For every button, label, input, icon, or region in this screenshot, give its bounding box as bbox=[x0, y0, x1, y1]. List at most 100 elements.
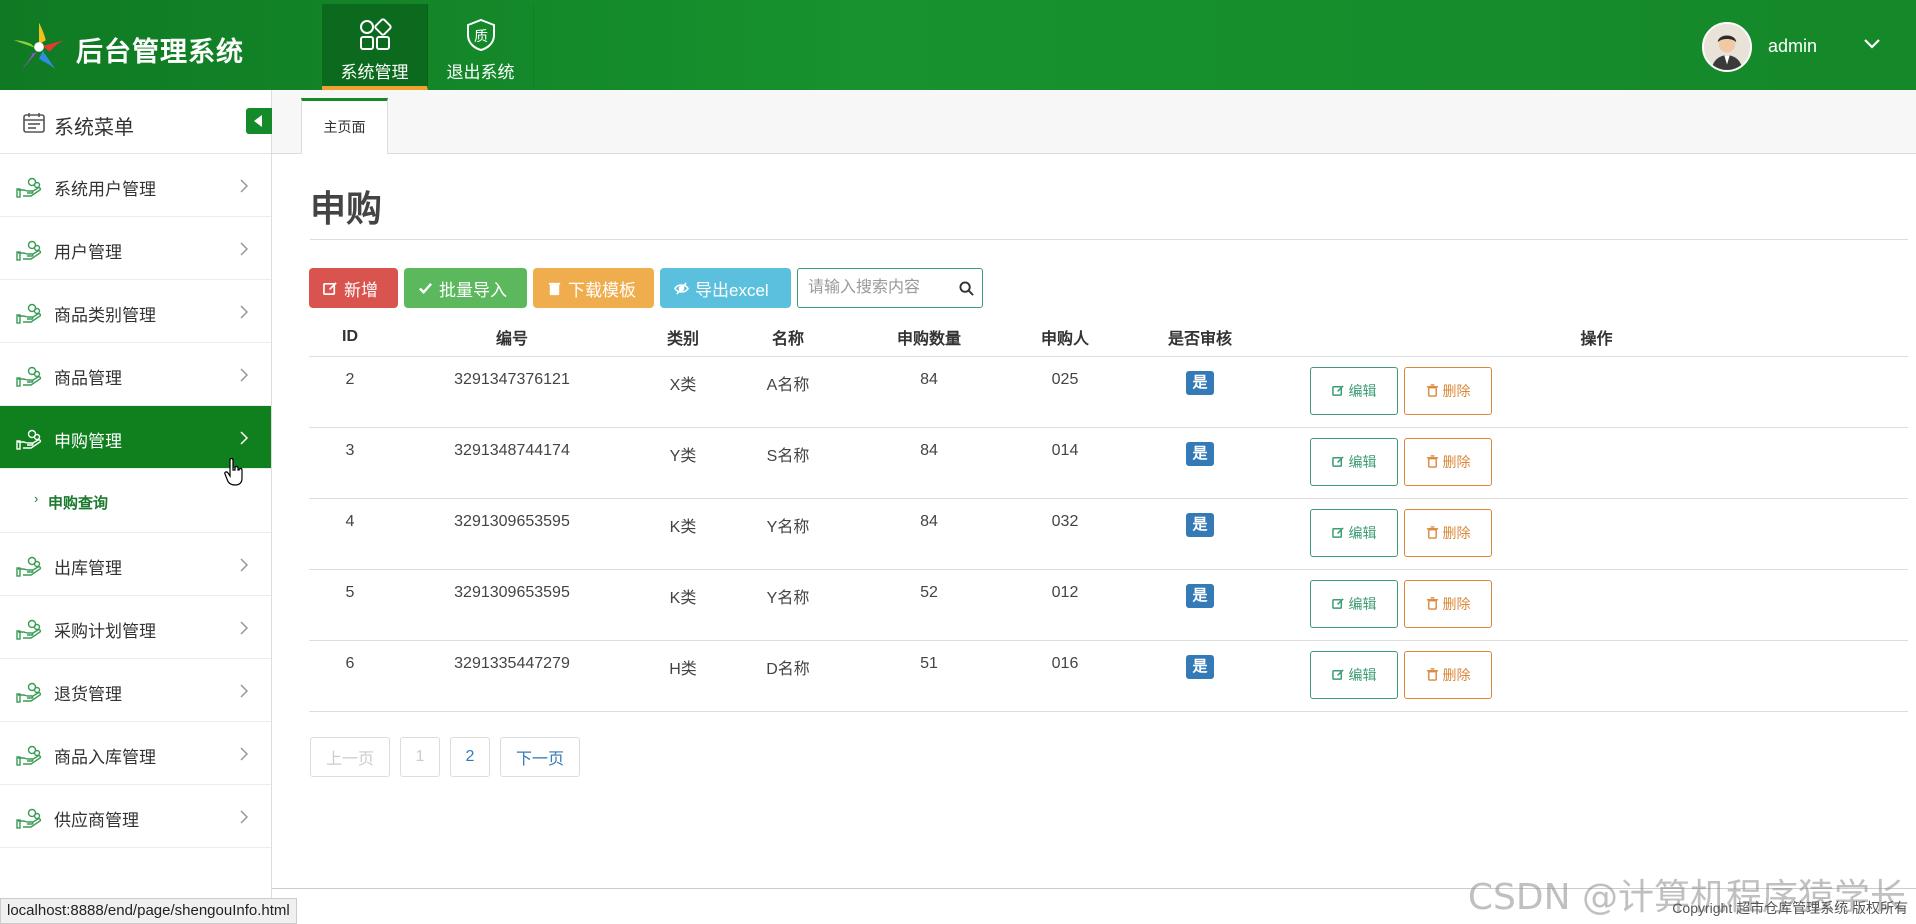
chevron-right-icon bbox=[240, 179, 249, 193]
sidebar-item-label: 供应商管理 bbox=[54, 811, 139, 830]
username[interactable]: admin bbox=[1768, 36, 1817, 57]
trash-icon bbox=[1426, 668, 1438, 681]
sidebar-item-label: 采购计划管理 bbox=[54, 622, 156, 641]
sidebar-item-label: 出库管理 bbox=[54, 559, 122, 578]
sidebar-item[interactable]: 供应商管理 bbox=[0, 785, 271, 848]
top-nav: 系统管理 质 退出系统 bbox=[322, 4, 534, 90]
sidebar-item[interactable]: 采购计划管理 bbox=[0, 596, 271, 659]
sidebar-collapse-button[interactable] bbox=[246, 108, 272, 134]
delete-button[interactable]: 删除 bbox=[1404, 579, 1492, 628]
sidebar-item[interactable]: 商品入库管理 bbox=[0, 722, 271, 785]
delete-button[interactable]: 删除 bbox=[1404, 650, 1492, 699]
cell-actions: 编辑 删除 bbox=[1285, 427, 1908, 499]
add-button[interactable]: 新增 bbox=[309, 268, 398, 308]
hand-coin-icon bbox=[16, 808, 42, 829]
sidebar-item-label: 商品管理 bbox=[54, 369, 122, 388]
col-header: 类别 bbox=[633, 318, 733, 357]
sidebar-item[interactable]: 用户管理 bbox=[0, 217, 271, 280]
page-1-button[interactable]: 1 bbox=[400, 737, 440, 777]
cell-code: 3291348744174 bbox=[391, 427, 633, 499]
cell-id: 2 bbox=[309, 356, 391, 428]
audit-badge: 是 bbox=[1186, 654, 1214, 679]
sidebar-subitem-label: 申购查询 bbox=[48, 495, 109, 512]
export-excel-button[interactable]: 导出excel bbox=[660, 268, 791, 308]
delete-label: 删除 bbox=[1442, 524, 1471, 541]
cell-id: 4 bbox=[309, 498, 391, 570]
col-header: 申购数量 bbox=[843, 318, 1015, 357]
cell-audited: 是 bbox=[1115, 427, 1285, 499]
chevron-right-icon bbox=[240, 558, 249, 572]
status-url: localhost:8888/end/page/shengouInfo.html bbox=[0, 898, 297, 924]
search-icon[interactable] bbox=[959, 281, 974, 296]
sidebar-title: 系统菜单 bbox=[54, 117, 134, 139]
purchase-table: ID 编号 类别 名称 申购数量 申购人 是否审核 操作 2 3291347376… bbox=[309, 318, 1908, 712]
svg-text:质: 质 bbox=[474, 29, 488, 45]
grid-icon bbox=[359, 18, 392, 50]
sidebar-item[interactable]: 出库管理 bbox=[0, 533, 271, 596]
prev-page-button[interactable]: 上一页 bbox=[310, 737, 390, 777]
audit-badge: 是 bbox=[1186, 512, 1214, 537]
edit-button[interactable]: 编辑 bbox=[1310, 437, 1398, 486]
edit-button[interactable]: 编辑 bbox=[1310, 508, 1398, 557]
trash-icon bbox=[1426, 526, 1438, 539]
col-header: 是否审核 bbox=[1115, 318, 1285, 357]
download-template-label: 下载模板 bbox=[568, 280, 636, 300]
sidebar-item[interactable]: 退货管理 bbox=[0, 659, 271, 722]
user-avatar-icon bbox=[1704, 24, 1750, 70]
cell-category: X类 bbox=[633, 356, 733, 428]
delete-button[interactable]: 删除 bbox=[1404, 508, 1492, 557]
edit-button[interactable]: 编辑 bbox=[1310, 366, 1398, 415]
cell-actions: 编辑 删除 bbox=[1285, 498, 1908, 570]
hand-coin-icon bbox=[16, 745, 42, 766]
sidebar-item-label: 用户管理 bbox=[54, 243, 122, 262]
sidebar-item[interactable]: 系统用户管理 bbox=[0, 154, 271, 217]
cell-qty: 84 bbox=[843, 498, 1015, 570]
cell-buyer: 014 bbox=[1015, 427, 1115, 499]
delete-button[interactable]: 删除 bbox=[1404, 366, 1492, 415]
cell-audited: 是 bbox=[1115, 498, 1285, 570]
edit-label: 编辑 bbox=[1348, 453, 1377, 470]
trash-icon bbox=[1426, 597, 1438, 610]
sidebar-item-label: 退货管理 bbox=[54, 685, 122, 704]
delete-button[interactable]: 删除 bbox=[1404, 437, 1492, 486]
topnav-label: 系统管理 bbox=[340, 63, 409, 82]
chevron-right-icon bbox=[240, 431, 249, 445]
cell-audited: 是 bbox=[1115, 356, 1285, 428]
search-input[interactable] bbox=[806, 270, 956, 306]
hand-coin-icon bbox=[16, 366, 42, 387]
topnav-system-management[interactable]: 系统管理 bbox=[322, 4, 428, 90]
table-row: 4 3291309653595 K类 Y名称 84 032 是 编辑 删除 bbox=[309, 498, 1908, 570]
sidebar-item-label: 申购管理 bbox=[54, 432, 122, 451]
page-title: 申购 bbox=[310, 189, 383, 230]
cell-name: S名称 bbox=[733, 427, 843, 499]
next-page-button[interactable]: 下一页 bbox=[500, 737, 580, 777]
batch-import-button[interactable]: 批量导入 bbox=[404, 268, 527, 308]
chevron-down-icon[interactable] bbox=[1860, 34, 1884, 54]
download-template-button[interactable]: 下载模板 bbox=[533, 268, 654, 308]
cell-code: 3291309653595 bbox=[391, 569, 633, 641]
cell-actions: 编辑 删除 bbox=[1285, 569, 1908, 641]
edit-button[interactable]: 编辑 bbox=[1310, 650, 1398, 699]
chevron-right-icon bbox=[240, 621, 249, 635]
delete-label: 删除 bbox=[1442, 453, 1471, 470]
delete-label: 删除 bbox=[1442, 382, 1471, 399]
table-row: 5 3291309653595 K类 Y名称 52 012 是 编辑 删除 bbox=[309, 569, 1908, 641]
chevron-right-icon bbox=[240, 747, 249, 761]
add-label: 新增 bbox=[344, 280, 378, 300]
cell-buyer: 025 bbox=[1015, 356, 1115, 428]
topnav-logout[interactable]: 质 退出系统 bbox=[428, 4, 534, 90]
sidebar-menu: 系统用户管理 用户管理 商品类别管理 商品管理 申购管理 › 申购查询 出库管理 采购计划管理退… bbox=[0, 154, 271, 848]
cell-name: D名称 bbox=[733, 640, 843, 712]
cell-buyer: 012 bbox=[1015, 569, 1115, 641]
sidebar-item[interactable]: 商品管理 bbox=[0, 343, 271, 406]
edit-button[interactable]: 编辑 bbox=[1310, 579, 1398, 628]
tab-home[interactable]: 主页面 bbox=[301, 98, 388, 154]
avatar[interactable] bbox=[1702, 22, 1752, 72]
page-2-button[interactable]: 2 bbox=[450, 737, 490, 777]
calendar-menu-icon bbox=[23, 113, 45, 133]
edit-label: 编辑 bbox=[1348, 524, 1377, 541]
sidebar-item[interactable]: 商品类别管理 bbox=[0, 280, 271, 343]
cell-audited: 是 bbox=[1115, 569, 1285, 641]
edit-icon bbox=[1331, 598, 1344, 609]
trash-icon bbox=[1426, 384, 1438, 397]
